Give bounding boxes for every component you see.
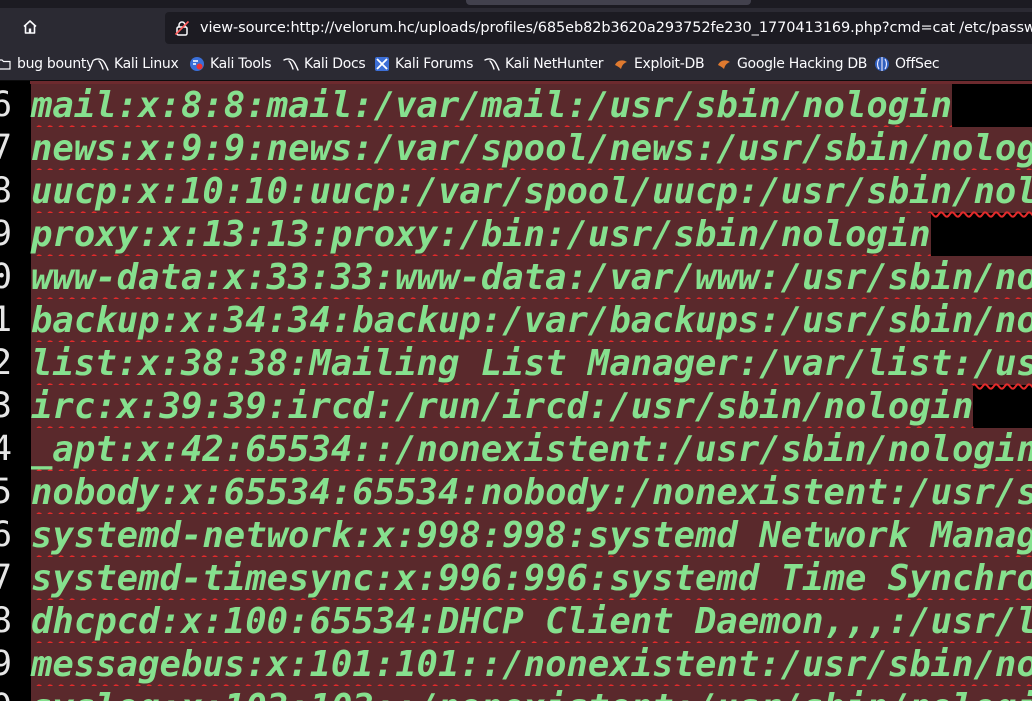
bookmark-kali-tools[interactable]: Kali Tools xyxy=(189,53,272,75)
line-text[interactable]: proxy:x:13:13:proxy:/bin:/usr/sbin/nolog… xyxy=(31,213,931,256)
url-bar[interactable]: view-source:http://velorum.hc/uploads/pr… xyxy=(165,12,1032,44)
home-icon xyxy=(22,19,38,39)
line-number: 0 xyxy=(0,686,21,701)
line-number: 7 xyxy=(0,128,13,168)
line-text[interactable]: nobody:x:65534:65534:nobody:/nonexistent… xyxy=(31,471,1032,514)
source-line: 7 systemd-timesync:x:996:996:systemd Tim… xyxy=(0,557,1032,600)
kali-tools-icon xyxy=(189,56,205,72)
kali-forums-icon xyxy=(374,56,390,72)
line-number: 4 xyxy=(0,429,13,469)
kali-dragon-icon xyxy=(93,56,109,72)
bookmark-kali-linux[interactable]: Kali Linux xyxy=(93,53,179,75)
bookmark-google-hacking-db[interactable]: Google Hacking DB xyxy=(716,53,867,75)
bookmark-kali-nethunter[interactable]: Kali NetHunter xyxy=(484,53,604,75)
line-text[interactable]: uucp:x:10:10:uucp:/var/spool/uucp:/usr/s… xyxy=(31,170,1032,213)
active-tab-edge[interactable] xyxy=(466,0,751,5)
source-line: 1 backup:x:34:34:backup:/var/backups:/us… xyxy=(0,299,1032,342)
line-text[interactable]: irc:x:39:39:ircd:/run/ircd:/usr/sbin/nol… xyxy=(31,385,974,428)
line-text[interactable]: dhcpcd:x:100:65534:DHCP Client Daemon,,,… xyxy=(31,600,1032,643)
source-line: 0 syslog:x:102:102::/nonexistent:/usr/sb… xyxy=(0,686,1032,701)
line-number: 9 xyxy=(0,214,13,254)
source-line: 4 _apt:x:42:65534::/nonexistent:/usr/sbi… xyxy=(0,428,1032,471)
line-number: 7 xyxy=(0,558,13,598)
navigation-toolbar: view-source:http://velorum.hc/uploads/pr… xyxy=(0,8,1032,48)
line-text[interactable]: systemd-timesync:x:996:996:systemd Time … xyxy=(31,557,1032,600)
source-line: 8 dhcpcd:x:100:65534:DHCP Client Daemon,… xyxy=(0,600,1032,643)
line-number: 1 xyxy=(0,300,13,340)
kali-dragon-icon xyxy=(283,56,299,72)
folder-icon xyxy=(0,56,12,72)
line-number: 9 xyxy=(0,644,13,684)
source-line: 6 systemd-network:x:998:998:systemd Netw… xyxy=(0,514,1032,557)
source-line: 3 irc:x:39:39:ircd:/run/ircd:/usr/sbin/n… xyxy=(0,385,1032,428)
home-button[interactable] xyxy=(14,16,46,42)
bookmark-offsec[interactable]: OffSec xyxy=(874,53,940,75)
source-line: 9 proxy:x:13:13:proxy:/bin:/usr/sbin/nol… xyxy=(0,213,1032,256)
source-line: 9 messagebus:x:101:101::/nonexistent:/us… xyxy=(0,643,1032,686)
tab-strip xyxy=(0,0,1032,8)
source-line: 8 uucp:x:10:10:uucp:/var/spool/uucp:/usr… xyxy=(0,170,1032,213)
bookmark-exploit-db[interactable]: Exploit-DB xyxy=(613,53,705,75)
line-text[interactable]: systemd-network:x:998:998:systemd Networ… xyxy=(31,514,1032,557)
line-text[interactable]: www-data:x:33:33:www-data:/var/www:/usr/… xyxy=(31,256,1032,299)
line-number: 8 xyxy=(0,601,13,641)
url-text[interactable]: view-source:http://velorum.hc/uploads/pr… xyxy=(200,20,1032,36)
bookmark-kali-docs[interactable]: Kali Docs xyxy=(283,53,366,75)
insecure-lock-icon[interactable] xyxy=(173,19,191,37)
bookmark-bug-bounty[interactable]: bug bounty xyxy=(0,53,94,75)
line-text[interactable]: syslog:x:102:102::/nonexistent:/usr/sbin… xyxy=(31,686,1032,701)
line-text[interactable]: messagebus:x:101:101::/nonexistent:/usr/… xyxy=(31,643,1032,686)
line-number: 2 xyxy=(0,343,13,383)
exploit-db-icon xyxy=(613,56,629,72)
line-text[interactable]: backup:x:34:34:backup:/var/backups:/usr/… xyxy=(31,299,1032,342)
kali-dragon-icon xyxy=(484,56,500,72)
bookmark-kali-forums[interactable]: Kali Forums xyxy=(374,53,473,75)
source-line: 5 nobody:x:65534:65534:nobody:/nonexiste… xyxy=(0,471,1032,514)
line-number: 5 xyxy=(0,472,13,512)
line-text[interactable]: list:x:38:38:Mailing List Manager:/var/l… xyxy=(31,342,1032,385)
bookmarks-toolbar: bug bounty Kali Linux Kali Tools Kali Do… xyxy=(0,48,1032,81)
view-source-content: 6 mail:x:8:8:mail:/var/mail:/usr/sbin/no… xyxy=(0,81,1032,701)
line-number: 8 xyxy=(0,171,13,211)
line-number: 6 xyxy=(0,515,13,555)
source-line: 0 www-data:x:33:33:www-data:/var/www:/us… xyxy=(0,256,1032,299)
source-line: 7 news:x:9:9:news:/var/spool/news:/usr/s… xyxy=(0,127,1032,170)
offsec-icon xyxy=(874,56,890,72)
line-number: 0 xyxy=(0,257,13,297)
source-line: 6 mail:x:8:8:mail:/var/mail:/usr/sbin/no… xyxy=(0,84,1032,127)
line-text[interactable]: mail:x:8:8:mail:/var/mail:/usr/sbin/nolo… xyxy=(31,84,953,127)
source-line: 2 list:x:38:38:Mailing List Manager:/var… xyxy=(0,342,1032,385)
line-number: 6 xyxy=(0,85,13,125)
line-number: 3 xyxy=(0,386,13,426)
exploit-db-icon xyxy=(716,56,732,72)
line-text[interactable]: _apt:x:42:65534::/nonexistent:/usr/sbin/… xyxy=(31,428,1032,471)
line-text[interactable]: news:x:9:9:news:/var/spool/news:/usr/sbi… xyxy=(31,127,1032,170)
browser-window: view-source:http://velorum.hc/uploads/pr… xyxy=(0,0,1032,701)
